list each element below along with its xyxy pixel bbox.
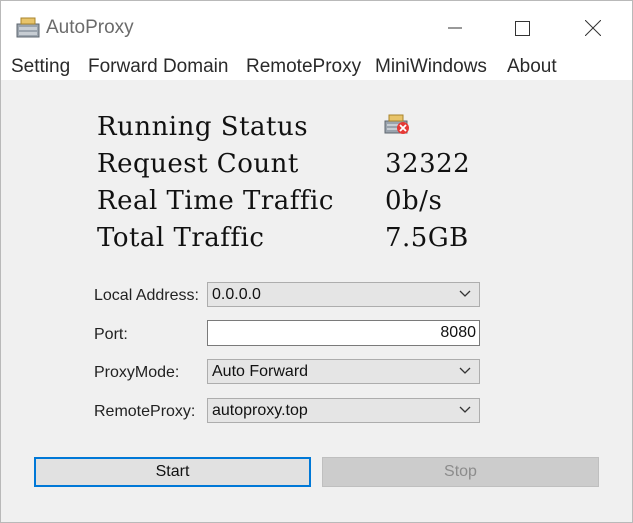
stopped-server-icon xyxy=(384,114,411,136)
total-traffic-value: 7.5GB xyxy=(385,223,469,253)
minimize-button[interactable] xyxy=(433,11,477,45)
chevron-down-icon xyxy=(459,290,471,297)
total-traffic-label: Total Traffic xyxy=(97,223,265,253)
menu-mini-windows[interactable]: MiniWindows xyxy=(375,56,487,78)
chevron-down-icon xyxy=(459,367,471,374)
remote-proxy-value: autoproxy.top xyxy=(212,402,308,419)
real-time-traffic-label: Real Time Traffic xyxy=(97,186,334,216)
minimize-icon xyxy=(448,27,462,29)
running-status-label: Running Status xyxy=(97,112,309,142)
app-server-icon xyxy=(15,17,41,39)
local-address-select[interactable]: 0.0.0.0 xyxy=(207,282,480,307)
real-time-traffic-value: 0b/s xyxy=(385,186,443,216)
menu-forward-domain[interactable]: Forward Domain xyxy=(88,56,228,78)
local-address-value: 0.0.0.0 xyxy=(212,286,261,303)
remote-proxy-select[interactable]: autoproxy.top xyxy=(207,398,480,423)
maximize-button[interactable] xyxy=(500,11,544,45)
title-bar: AutoProxy xyxy=(1,1,632,57)
menu-about[interactable]: About xyxy=(507,56,557,78)
local-address-label: Local Address: xyxy=(94,287,199,304)
close-icon xyxy=(585,20,601,36)
menu-remote-proxy[interactable]: RemoteProxy xyxy=(246,56,361,78)
menu-bar: Setting Forward Domain RemoteProxy MiniW… xyxy=(1,54,632,80)
start-button[interactable]: Start xyxy=(34,457,311,487)
request-count-value: 32322 xyxy=(385,149,471,179)
remote-proxy-label: RemoteProxy: xyxy=(94,403,196,420)
port-field-box xyxy=(207,320,480,346)
close-button[interactable] xyxy=(571,11,615,45)
autoproxy-window: AutoProxy Setting Forward Domain RemoteP… xyxy=(0,0,633,523)
proxy-mode-label: ProxyMode: xyxy=(94,364,180,381)
proxy-mode-value: Auto Forward xyxy=(212,363,309,380)
proxy-mode-select[interactable]: Auto Forward xyxy=(207,359,480,384)
window-title: AutoProxy xyxy=(46,17,134,38)
chevron-down-icon xyxy=(459,406,471,413)
port-input[interactable] xyxy=(208,321,479,345)
stop-button[interactable]: Stop xyxy=(322,457,599,487)
menu-setting[interactable]: Setting xyxy=(11,56,70,78)
request-count-label: Request Count xyxy=(97,149,299,179)
port-label: Port: xyxy=(94,326,128,343)
maximize-icon xyxy=(514,20,530,36)
